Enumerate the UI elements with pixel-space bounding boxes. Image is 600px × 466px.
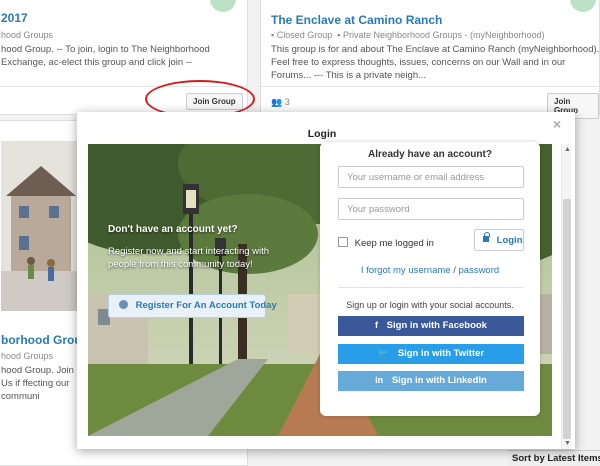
login-panel: Already have an account? Your username o… bbox=[320, 142, 540, 416]
card-divider bbox=[261, 86, 600, 87]
link-separator: / bbox=[453, 265, 456, 276]
scroll-down-icon[interactable]: ▼ bbox=[564, 440, 571, 447]
forgot-password-link[interactable]: password bbox=[459, 265, 500, 276]
group-description: hood Group. -- To join, login to The Nei… bbox=[1, 44, 210, 68]
register-text: Register now and start interacting with … bbox=[108, 246, 270, 270]
sort-label: Sort by Latest Items bbox=[512, 453, 600, 464]
group-title[interactable]: 2017 bbox=[1, 11, 28, 25]
group-category: hood Groups bbox=[1, 351, 54, 361]
forgot-username-link[interactable]: I forgot my username bbox=[361, 265, 451, 276]
keep-logged-in-checkbox[interactable] bbox=[338, 237, 348, 247]
group-description: This group is for and about The Enclave … bbox=[271, 44, 600, 81]
members-icon: 👥 bbox=[271, 97, 283, 107]
lock-icon: ▪ bbox=[271, 30, 275, 40]
globe-icon bbox=[119, 300, 128, 309]
keep-logged-in-label: Keep me logged in bbox=[354, 238, 434, 249]
login-button[interactable]: Login bbox=[474, 229, 524, 251]
forgot-links: I forgot my username / password bbox=[320, 265, 540, 276]
group-title[interactable]: borhood Group bbox=[1, 333, 89, 347]
login-heading: Already have an account? bbox=[368, 149, 492, 160]
register-heading: Don't have an account yet? bbox=[108, 224, 238, 235]
register-button-label: Register For An Account Today bbox=[135, 300, 277, 311]
scroll-up-icon[interactable]: ▲ bbox=[564, 146, 571, 153]
group-category: Private Neighborhood Groups - (myNeighbo… bbox=[342, 30, 545, 40]
folder-icon: ▪ bbox=[337, 30, 341, 40]
password-input[interactable]: Your password bbox=[338, 198, 524, 220]
member-count: 👥 3 bbox=[271, 97, 290, 107]
group-category: hood Groups bbox=[1, 30, 54, 40]
login-button-label: Login bbox=[496, 235, 523, 246]
linkedin-signin-button[interactable]: in Sign in with LinkedIn bbox=[338, 371, 524, 391]
group-meta: ▪ Closed Group ▪ Private Neighborhood Gr… bbox=[271, 30, 545, 40]
modal-title: Login bbox=[307, 128, 337, 140]
linkedin-icon: in bbox=[375, 375, 384, 385]
scrollbar-thumb[interactable] bbox=[563, 199, 571, 439]
close-icon[interactable]: × bbox=[553, 116, 561, 132]
twitter-signin-button[interactable]: 🐦 Sign in with Twitter bbox=[338, 344, 524, 364]
login-modal: Login × ▲ ▼ Don't have an account yet? R… bbox=[77, 112, 575, 449]
facebook-icon: f bbox=[375, 320, 379, 330]
facebook-signin-button[interactable]: f Sign in with Facebook bbox=[338, 316, 524, 336]
group-description: hood Group. Join Us if ffecting our comm… bbox=[1, 365, 74, 402]
scrollbar[interactable]: ▲ ▼ bbox=[561, 144, 571, 449]
register-button[interactable]: Register For An Account Today bbox=[108, 294, 277, 318]
group-image bbox=[1, 141, 81, 311]
group-card: The Enclave at Camino Ranch ▪ Closed Gro… bbox=[260, 0, 600, 119]
keep-logged-in-row[interactable]: Keep me logged in bbox=[338, 237, 434, 249]
divider bbox=[338, 287, 524, 288]
twitter-icon: 🐦 bbox=[377, 348, 390, 358]
username-input[interactable]: Your username or email address bbox=[338, 166, 524, 188]
social-login-text: Sign up or login with your social accoun… bbox=[346, 300, 514, 310]
group-privacy: Closed Group bbox=[276, 30, 333, 40]
register-cta: Don't have an account yet? Register now … bbox=[108, 224, 278, 271]
lock-icon bbox=[483, 232, 490, 242]
sort-dropdown[interactable]: Sort by Latest Items ▾ bbox=[508, 450, 600, 466]
group-title[interactable]: The Enclave at Camino Ranch bbox=[271, 13, 442, 27]
